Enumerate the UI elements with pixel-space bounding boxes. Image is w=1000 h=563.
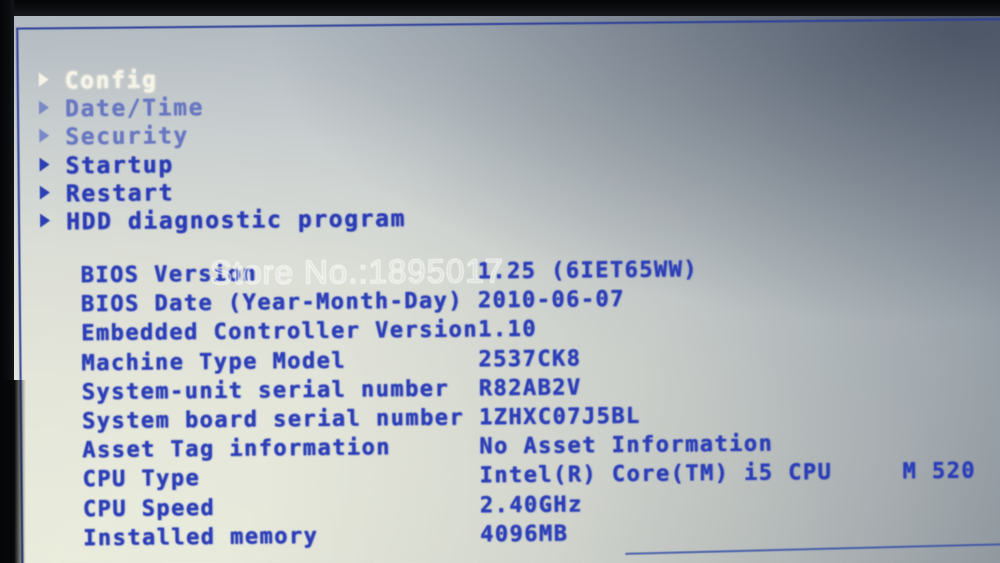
system-information-table: BIOS Version 1.25 (6IET65WW) BIOS Date (…	[81, 257, 977, 553]
triangle-right-icon	[39, 128, 50, 144]
info-label: CPU Type	[82, 466, 201, 493]
info-value: R82AB2V	[478, 375, 582, 402]
menu-item-label: Date/Time	[64, 95, 205, 123]
info-label: Installed memory	[83, 523, 319, 551]
info-value: 4096MB	[480, 521, 569, 548]
triangle-right-icon	[38, 72, 49, 87]
menu-item-security[interactable]: Security	[39, 120, 405, 152]
info-label: Machine Type Model	[81, 348, 347, 376]
menu-item-label: Startup	[65, 151, 174, 179]
info-value: 1.10	[478, 317, 538, 343]
menu-item-label: Restart	[65, 180, 175, 208]
info-value: Intel(R) Core(TM) i5 CPU	[479, 460, 833, 489]
info-value: 2537CK8	[478, 345, 582, 372]
menu-item-restart[interactable]: Restart	[39, 177, 406, 209]
triangle-right-icon	[40, 213, 51, 228]
info-label: BIOS Version	[80, 261, 258, 289]
info-value: 2.40GHz	[479, 491, 583, 518]
menu-item-label: Config	[64, 67, 158, 95]
triangle-right-icon	[38, 100, 50, 115]
bios-setup-utility: Config Date/Time Security Startup Restar…	[0, 0, 1000, 563]
info-value: 1ZHXC07J5BL	[478, 403, 641, 431]
triangle-right-icon	[39, 185, 50, 200]
triangle-right-icon	[39, 157, 50, 172]
menu-item-startup[interactable]: Startup	[39, 149, 405, 181]
info-value-cpu-model-number: M 520	[902, 458, 977, 485]
bios-main-menu: Config Date/Time Security Startup Restar…	[38, 64, 406, 237]
info-label: BIOS Date (Year-Month-Day)	[80, 288, 464, 318]
info-value: No Asset Information	[479, 431, 774, 460]
info-value: 1.25 (6IET65WW)	[477, 257, 699, 285]
menu-item-label: HDD diagnostic program	[66, 206, 407, 236]
info-label: CPU Speed	[82, 495, 216, 522]
info-label: System-unit serial number	[81, 376, 450, 405]
menu-item-hdd-diagnostic-program[interactable]: HDD diagnostic program	[40, 205, 406, 237]
menu-item-config[interactable]: Config	[38, 64, 405, 96]
info-label: System board serial number	[81, 405, 465, 435]
laptop-screen-photo: Config Date/Time Security Startup Restar…	[0, 0, 1000, 563]
menu-item-label: Security	[65, 123, 190, 151]
info-label: Asset Tag information	[82, 435, 392, 464]
info-value: 2010-06-07	[477, 287, 625, 314]
info-label: Embedded Controller Version	[81, 317, 479, 347]
menu-item-date-time[interactable]: Date/Time	[38, 92, 405, 124]
